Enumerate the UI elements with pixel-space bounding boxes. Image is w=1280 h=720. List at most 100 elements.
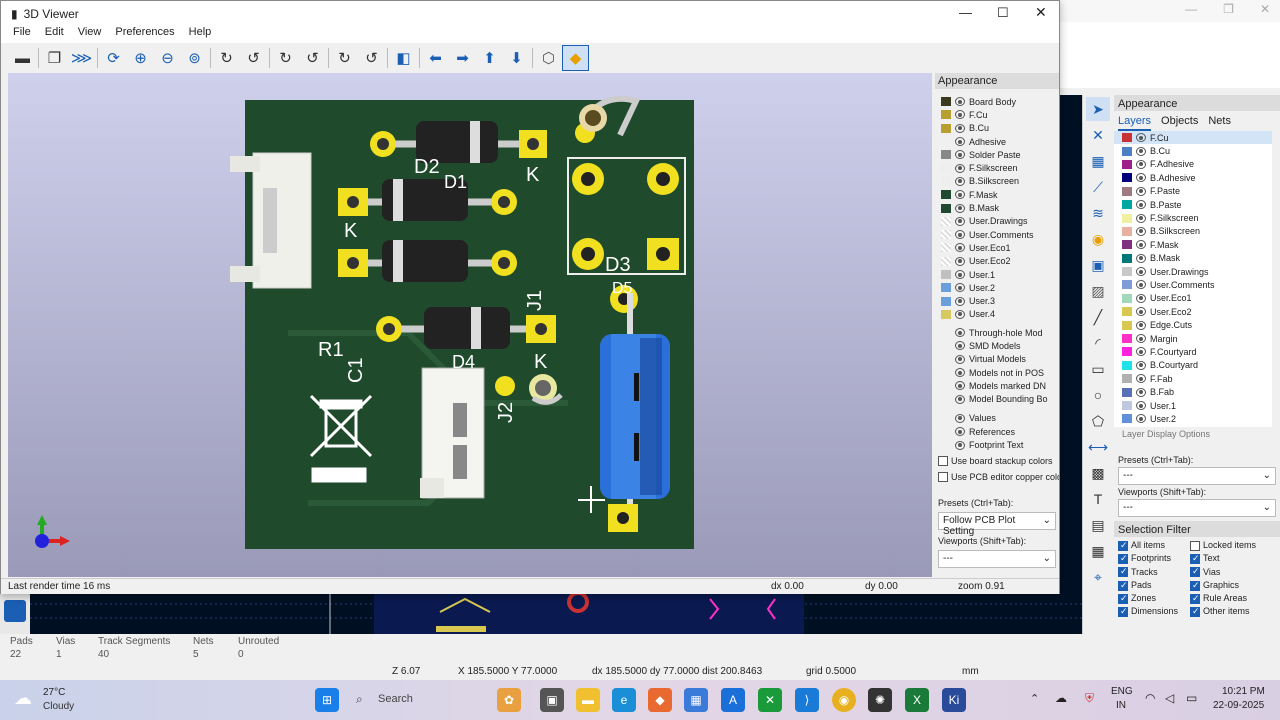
checkbox[interactable] xyxy=(1190,566,1200,578)
visibility-eye-icon[interactable] xyxy=(955,296,965,306)
editor-layer-row[interactable]: B.Mask xyxy=(1114,252,1272,265)
visibility-eye-icon[interactable] xyxy=(1136,320,1146,330)
filter-item[interactable]: Graphics xyxy=(1190,580,1270,593)
visibility-eye-icon[interactable] xyxy=(955,283,965,293)
weather-icon[interactable]: ☁ xyxy=(14,688,32,709)
layer-color-swatch[interactable] xyxy=(941,309,951,319)
edge-icon[interactable]: e xyxy=(612,688,636,712)
appearance-toggle-icon[interactable]: ◆ xyxy=(562,45,589,71)
checkbox[interactable] xyxy=(1118,606,1128,618)
visibility-eye-icon[interactable] xyxy=(955,341,965,351)
filter-item[interactable]: Footprints xyxy=(1118,553,1184,566)
layer-color-swatch[interactable] xyxy=(1122,293,1132,303)
viewer-layer-row[interactable]: B.Mask xyxy=(935,201,1059,214)
checkbox[interactable] xyxy=(1190,580,1200,591)
editor-layer-row[interactable]: F.Fab xyxy=(1114,372,1272,385)
layer-color-swatch[interactable] xyxy=(941,137,951,146)
close-icon[interactable]: ✕ xyxy=(1035,4,1047,21)
rectangle-icon[interactable]: ▭ xyxy=(1086,357,1110,381)
viewer-model-row[interactable]: Through-hole Mod xyxy=(935,326,1059,339)
menu-edit[interactable]: Edit xyxy=(45,26,64,43)
visibility-eye-icon[interactable] xyxy=(1136,414,1146,424)
language-2[interactable]: IN xyxy=(1116,700,1126,711)
tab-objects[interactable]: Objects xyxy=(1161,115,1198,131)
filter-item[interactable]: Vias xyxy=(1190,566,1270,580)
editor-layer-row[interactable]: B.Fab xyxy=(1114,385,1272,398)
export-image-icon[interactable]: ▬ xyxy=(9,45,36,71)
layer-color-swatch[interactable] xyxy=(941,150,951,160)
viewer-layer-row[interactable]: User.3 xyxy=(935,294,1059,307)
filter-item[interactable]: Pads xyxy=(1118,580,1184,593)
move-up-icon[interactable]: ⬆ xyxy=(476,45,503,71)
visibility-eye-icon[interactable] xyxy=(1136,401,1146,410)
local-ratsnest-icon[interactable]: ✕ xyxy=(1086,123,1110,147)
checkbox[interactable] xyxy=(1118,566,1128,578)
layer-color-swatch[interactable] xyxy=(1122,200,1132,210)
layer-color-swatch[interactable] xyxy=(1122,360,1132,370)
layer-color-swatch[interactable] xyxy=(1122,414,1132,424)
rotate-x-cw-icon[interactable]: ↻ xyxy=(213,45,240,71)
move-down-icon[interactable]: ⬇ xyxy=(503,45,530,71)
rotate-x-ccw-icon[interactable]: ↺ xyxy=(240,45,267,71)
visibility-eye-icon[interactable] xyxy=(955,190,965,200)
clock-date[interactable]: 22-09-2025 xyxy=(1213,700,1264,711)
visibility-eye-icon[interactable] xyxy=(1136,133,1146,143)
editor-layer-row[interactable]: F.Cu xyxy=(1114,131,1272,145)
circle-icon[interactable]: ○ xyxy=(1086,383,1110,407)
move-left-icon[interactable]: ⬅ xyxy=(422,45,449,71)
visibility-eye-icon[interactable] xyxy=(1136,360,1146,370)
layer-color-swatch[interactable] xyxy=(1122,159,1132,169)
menu-file[interactable]: File xyxy=(13,26,31,43)
tab-layers[interactable]: Layers xyxy=(1118,115,1152,131)
line-icon[interactable]: ╱ xyxy=(1086,305,1110,329)
filter-item[interactable]: Other items xyxy=(1190,606,1270,619)
layer-color-swatch[interactable] xyxy=(1122,347,1132,357)
viewer-viewports-select[interactable]: --- ⌄ xyxy=(938,549,1056,568)
layer-color-swatch[interactable] xyxy=(941,203,951,213)
filter-item[interactable]: Dimensions xyxy=(1118,606,1184,619)
option-copper-colors[interactable]: Use PCB editor copper colo xyxy=(938,472,1059,488)
layer-color-swatch[interactable] xyxy=(1122,320,1132,330)
maximize-icon[interactable]: ☐ xyxy=(997,5,1009,21)
checkbox[interactable] xyxy=(1118,580,1128,591)
vscode-icon[interactable]: ⟩ xyxy=(795,688,819,712)
visibility-eye-icon[interactable] xyxy=(955,413,965,423)
visibility-eye-icon[interactable] xyxy=(1136,267,1146,277)
visibility-eye-icon[interactable] xyxy=(955,150,965,160)
rule-area-icon[interactable]: ▨ xyxy=(1086,279,1110,303)
visibility-eye-icon[interactable] xyxy=(1136,293,1146,303)
kicad-icon[interactable]: Ki xyxy=(942,688,966,712)
select-icon[interactable]: ➤ xyxy=(1086,97,1110,121)
search-icon[interactable]: ⌕ xyxy=(356,692,363,707)
visibility-eye-icon[interactable] xyxy=(1136,347,1146,357)
minimize-icon[interactable]: — xyxy=(1185,2,1197,16)
move-right-icon[interactable]: ➡ xyxy=(449,45,476,71)
tab-nets[interactable]: Nets xyxy=(1208,115,1231,131)
editor-layer-row[interactable]: B.Cu xyxy=(1114,144,1272,157)
viewer-model-row[interactable]: Virtual Models xyxy=(935,353,1059,366)
viewer-layer-row[interactable]: User.Drawings xyxy=(935,215,1059,228)
start-icon[interactable]: ⊞ xyxy=(315,688,339,712)
viewer-layer-row[interactable]: F.Silkscreen xyxy=(935,161,1059,174)
store-icon[interactable]: ▦ xyxy=(684,688,708,712)
editor-layer-row[interactable]: B.Silkscreen xyxy=(1114,225,1272,238)
layer-color-swatch[interactable] xyxy=(941,270,951,279)
layer-color-swatch[interactable] xyxy=(1122,173,1132,183)
viewer-presets-select[interactable]: Follow PCB Plot Setting ⌄ xyxy=(938,511,1056,537)
editor-layer-row[interactable]: F.Courtyard xyxy=(1114,345,1272,358)
visibility-eye-icon[interactable] xyxy=(1136,307,1146,317)
rotate-z-ccw-icon[interactable]: ↺ xyxy=(358,45,385,71)
visibility-eye-icon[interactable] xyxy=(955,97,965,107)
reload-icon[interactable]: ⟳ xyxy=(100,45,127,71)
checkbox[interactable] xyxy=(1118,593,1128,604)
app-icon[interactable]: A xyxy=(721,688,745,712)
visibility-eye-icon[interactable] xyxy=(955,270,965,279)
editor-layer-row[interactable]: F.Silkscreen xyxy=(1114,211,1272,224)
visibility-eye-icon[interactable] xyxy=(1136,226,1146,236)
viewer-layer-row[interactable]: F.Cu xyxy=(935,108,1059,121)
visibility-eye-icon[interactable] xyxy=(955,256,965,266)
layer-color-swatch[interactable] xyxy=(1122,401,1132,410)
viewer-text-item-row[interactable]: Values xyxy=(935,412,1059,425)
search-box[interactable]: Search xyxy=(378,693,413,705)
editor-layer-row[interactable]: F.Paste xyxy=(1114,185,1272,198)
